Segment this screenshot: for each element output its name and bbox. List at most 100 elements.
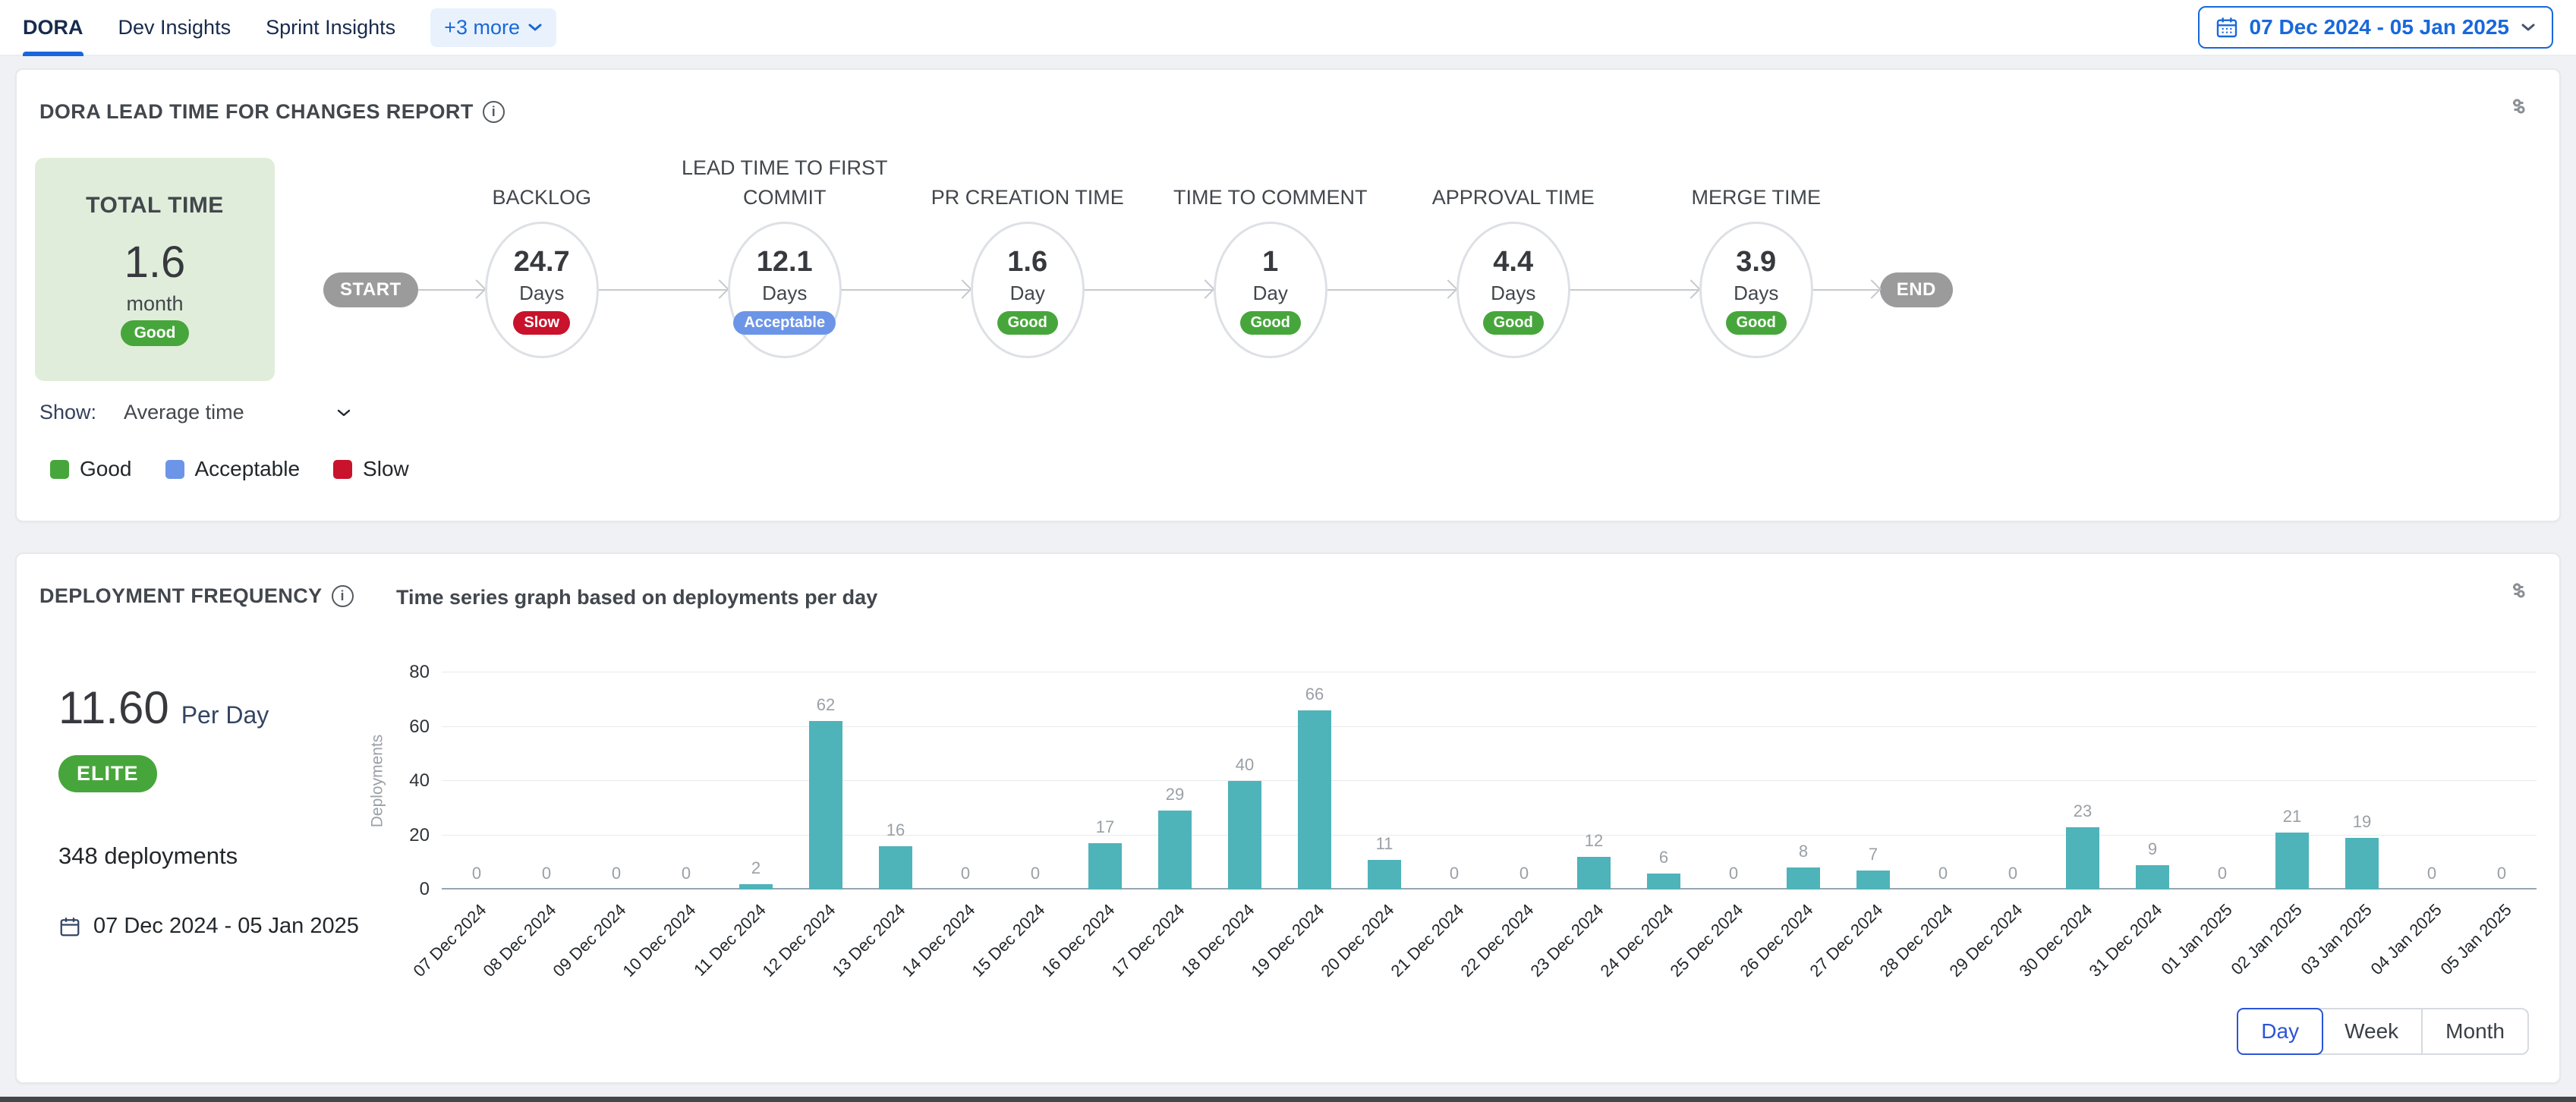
- x-tick-21-dec-2024: 21 Dec 2024: [1387, 900, 1469, 981]
- bar-12-dec-2024: [809, 721, 842, 889]
- legend-label: Acceptable: [195, 457, 301, 481]
- legend-swatch: [333, 460, 352, 479]
- bar-19-dec-2024: [1298, 710, 1331, 889]
- bar-value-label: 21: [2283, 807, 2301, 826]
- date-range-label: 07 Dec 2024 - 05 Jan 2025: [2250, 15, 2509, 39]
- x-tick-07-dec-2024: 07 Dec 2024: [410, 900, 491, 981]
- show-metric-value: Average time: [124, 401, 244, 424]
- y-axis-ticks: 020406080: [395, 672, 442, 889]
- chevron-down-icon: [2520, 22, 2537, 33]
- x-tick-14-dec-2024: 14 Dec 2024: [899, 900, 980, 981]
- date-range-picker[interactable]: 07 Dec 2024 - 05 Jan 2025: [2198, 6, 2553, 49]
- bar-value-label: 0: [2008, 864, 2017, 883]
- lead-time-settings-button[interactable]: [2506, 93, 2533, 120]
- more-tabs-button[interactable]: +3 more: [430, 8, 556, 47]
- bar-27-dec-2024: [1856, 871, 1890, 889]
- gridline-20: [442, 835, 2537, 836]
- tab-dora[interactable]: DORA: [23, 0, 83, 55]
- flow-arrow: [1570, 289, 1699, 291]
- deployment-date-range: 07 Dec 2024 - 05 Jan 2025: [93, 914, 359, 939]
- x-tick-11-dec-2024: 11 Dec 2024: [690, 900, 770, 980]
- stage-status-badge: Acceptable: [733, 311, 836, 335]
- stage-unit: Day: [1253, 282, 1288, 305]
- x-tick-22-dec-2024: 22 Dec 2024: [1457, 900, 1538, 981]
- x-tick-28-dec-2024: 28 Dec 2024: [1876, 900, 1957, 981]
- flow-arrow: [1085, 289, 1214, 291]
- legend-swatch: [165, 460, 184, 479]
- show-metric-select[interactable]: Average time: [124, 401, 352, 424]
- bar-24-dec-2024: [1647, 874, 1680, 889]
- stage-unit: Days: [1734, 282, 1778, 305]
- x-tick-31-dec-2024: 31 Dec 2024: [2086, 900, 2167, 981]
- stage-value: 24.7: [514, 246, 570, 279]
- flow-arrow: [1327, 289, 1456, 291]
- granularity-month[interactable]: Month: [2423, 1009, 2527, 1053]
- granularity-day[interactable]: Day: [2237, 1008, 2323, 1055]
- flow-start-pill: START: [323, 272, 418, 307]
- bar-16-dec-2024: [1088, 843, 1122, 889]
- bar-value-label: 0: [1031, 864, 1040, 883]
- stage-value: 3.9: [1736, 246, 1776, 279]
- x-tick-09-dec-2024: 09 Dec 2024: [550, 900, 631, 981]
- bar-value-label: 62: [817, 695, 835, 715]
- sliders-icon: [2506, 93, 2533, 120]
- lead-time-flow: STARTBACKLOG24.7DaysSlowLEAD TIME TO FIR…: [323, 161, 1953, 358]
- bar-30-dec-2024: [2066, 827, 2099, 889]
- stage-label: PR CREATION TIME: [899, 183, 1157, 213]
- bar-26-dec-2024: [1787, 867, 1820, 889]
- x-tick-08-dec-2024: 08 Dec 2024: [480, 900, 561, 981]
- stage-status-badge: Good: [1240, 311, 1301, 335]
- total-deployments: 348 deployments: [58, 842, 359, 870]
- bar-02-jan-2025: [2275, 833, 2309, 889]
- top-navigation-bar: DORADev InsightsSprint Insights +3 more …: [0, 0, 2576, 56]
- stage-value: 1: [1262, 246, 1278, 279]
- total-time-value: 1.6: [124, 237, 186, 288]
- elite-tier-badge: ELITE: [58, 755, 157, 792]
- x-tick-17-dec-2024: 17 Dec 2024: [1108, 900, 1189, 981]
- x-tick-25-dec-2024: 25 Dec 2024: [1667, 900, 1748, 981]
- granularity-week[interactable]: Week: [2322, 1009, 2423, 1053]
- bar-03-jan-2025: [2345, 838, 2379, 889]
- bar-18-dec-2024: [1228, 781, 1261, 889]
- x-tick-05-jan-2025: 05 Jan 2025: [2436, 900, 2515, 979]
- tab-dev-insights[interactable]: Dev Insights: [118, 0, 231, 55]
- stage-circle: 3.9DaysGood: [1699, 222, 1813, 358]
- deployment-rate-value: 11.60: [58, 682, 169, 734]
- x-tick-13-dec-2024: 13 Dec 2024: [829, 900, 910, 981]
- lead-time-card: DORA LEAD TIME FOR CHANGES REPORT i TOTA…: [15, 68, 2561, 522]
- x-tick-03-jan-2025: 03 Jan 2025: [2297, 900, 2376, 979]
- lead-time-card-title: DORA LEAD TIME FOR CHANGES REPORT: [39, 100, 474, 124]
- x-axis-labels: 07 Dec 202408 Dec 202409 Dec 202410 Dec …: [442, 889, 2537, 1011]
- info-icon[interactable]: i: [332, 585, 354, 607]
- info-icon[interactable]: i: [483, 101, 505, 123]
- sliders-icon: [2506, 577, 2533, 604]
- x-tick-24-dec-2024: 24 Dec 2024: [1597, 900, 1678, 981]
- bar-value-label: 2: [751, 858, 761, 878]
- tab-sprint-insights[interactable]: Sprint Insights: [266, 0, 395, 55]
- x-tick-26-dec-2024: 26 Dec 2024: [1737, 900, 1818, 981]
- x-tick-18-dec-2024: 18 Dec 2024: [1178, 900, 1259, 981]
- y-axis-label: Deployments: [360, 672, 395, 889]
- total-time-unit: month: [126, 292, 183, 316]
- x-tick-12-dec-2024: 12 Dec 2024: [759, 900, 840, 981]
- stage-unit: Days: [1491, 282, 1535, 305]
- deployment-settings-button[interactable]: [2506, 577, 2533, 604]
- stage-pr-creation-time: PR CREATION TIME1.6DayGood: [971, 161, 1085, 358]
- stage-label: LEAD TIME TO FIRST COMMIT: [656, 153, 914, 213]
- bar-11-dec-2024: [739, 884, 773, 889]
- show-label: Show:: [39, 401, 96, 424]
- x-tick-20-dec-2024: 20 Dec 2024: [1318, 900, 1399, 981]
- x-tick-23-dec-2024: 23 Dec 2024: [1527, 900, 1608, 981]
- y-tick-80: 80: [409, 662, 430, 683]
- legend-swatch: [50, 460, 69, 479]
- y-tick-20: 20: [409, 825, 430, 846]
- x-tick-04-jan-2025: 04 Jan 2025: [2367, 900, 2445, 979]
- stage-backlog: BACKLOG24.7DaysSlow: [485, 161, 599, 358]
- legend-label: Slow: [363, 457, 409, 481]
- stage-value: 4.4: [1493, 246, 1533, 279]
- deployment-stats: 11.60 Per Day ELITE 348 deployments 07 D…: [58, 682, 359, 939]
- bar-value-label: 0: [542, 864, 551, 883]
- x-tick-29-dec-2024: 29 Dec 2024: [1946, 900, 2027, 981]
- bar-value-label: 0: [2218, 864, 2227, 883]
- bar-value-label: 66: [1305, 685, 1324, 704]
